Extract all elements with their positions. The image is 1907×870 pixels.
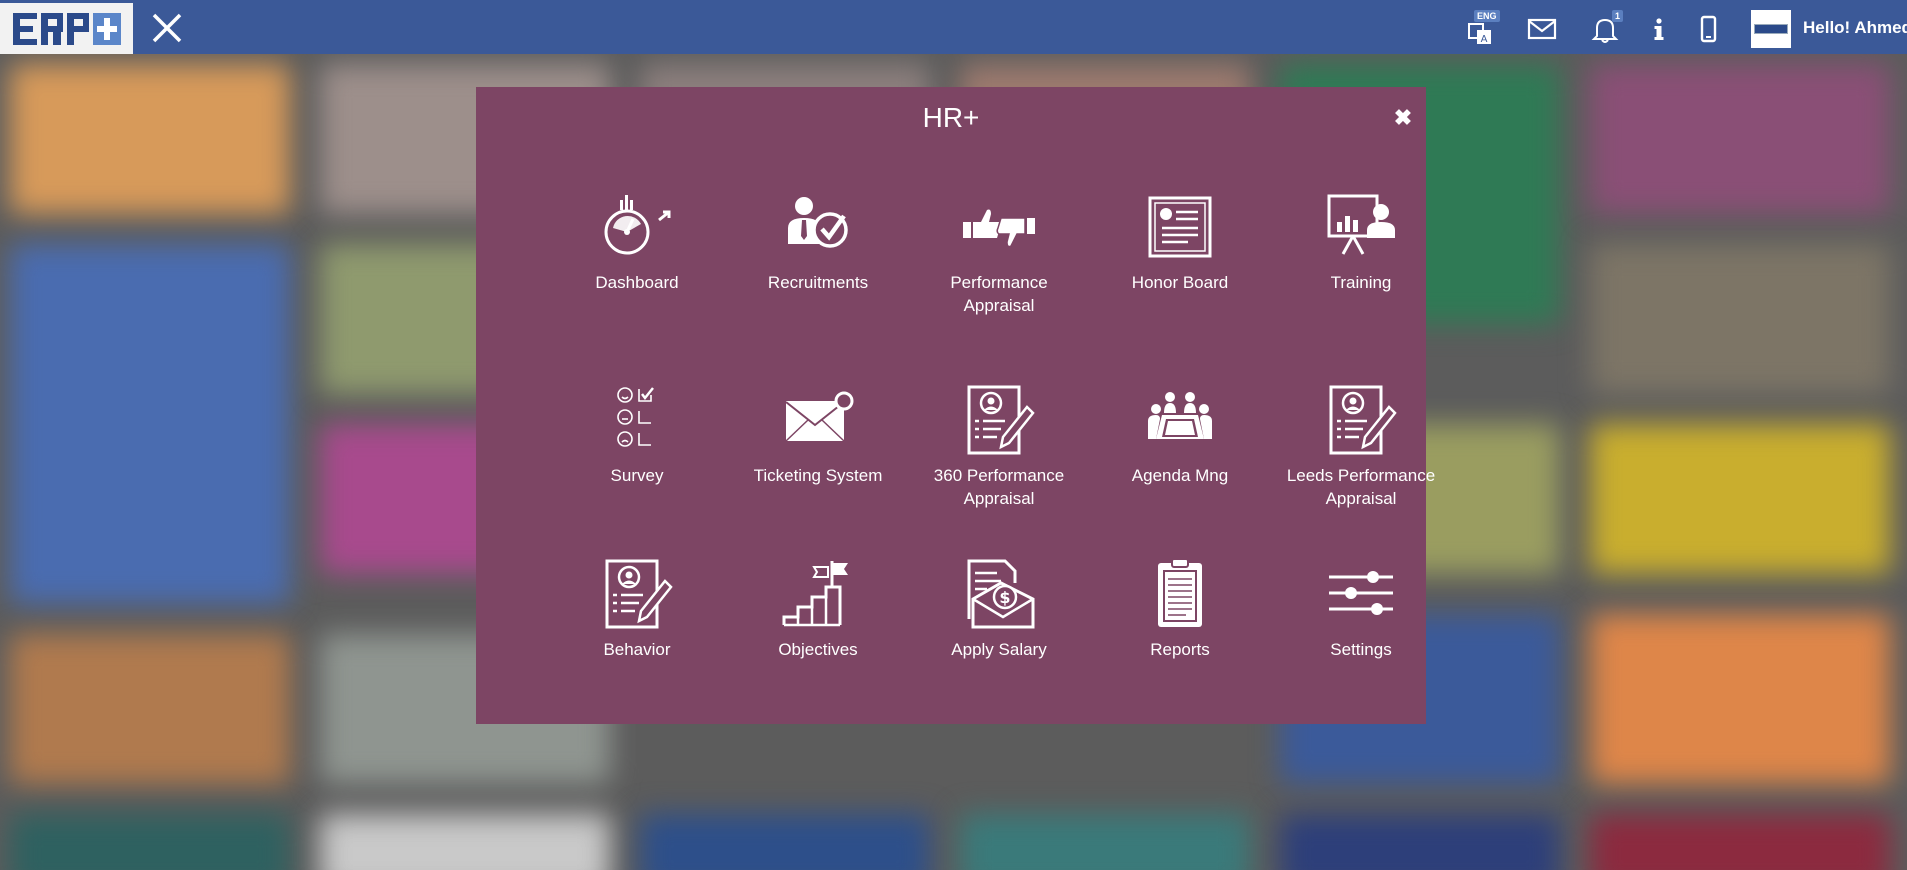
presentation-board-icon bbox=[1327, 194, 1395, 255]
profile-document-icon bbox=[605, 559, 673, 629]
app-label: 360 Performance Appraisal bbox=[933, 466, 1065, 508]
app-ticketing-system[interactable]: Ticketing System bbox=[733, 385, 903, 487]
erp-logo-mark bbox=[12, 12, 121, 45]
top-navigation-bar: A ENG 1 Hello! Ahmed bbox=[0, 0, 1907, 54]
erp-logo[interactable] bbox=[0, 3, 133, 54]
app-label: Recruitments bbox=[767, 273, 869, 292]
recruit-check-icon bbox=[788, 197, 848, 248]
survey-checklist-icon bbox=[617, 387, 654, 447]
close-menu-icon[interactable] bbox=[150, 11, 184, 45]
mobile-icon[interactable] bbox=[1693, 14, 1723, 44]
notification-badge: 1 bbox=[1612, 10, 1624, 22]
app-survey[interactable]: Survey bbox=[552, 385, 722, 487]
app-settings[interactable]: Settings bbox=[1276, 559, 1446, 661]
app-label: Survey bbox=[610, 466, 664, 485]
app-dashboard[interactable]: Dashboard bbox=[552, 192, 722, 294]
app-performance-appraisal[interactable]: Performance Appraisal bbox=[914, 192, 1084, 317]
meeting-table-icon bbox=[1148, 392, 1212, 439]
app-label: Behavior bbox=[603, 640, 671, 659]
info-icon[interactable] bbox=[1644, 14, 1674, 44]
hr-plus-modal: HR+ ✖ Dashboard Recruitments Performance… bbox=[476, 87, 1435, 724]
speedometer-icon bbox=[604, 195, 671, 255]
app-honor-board[interactable]: Honor Board bbox=[1095, 192, 1265, 294]
app-behavior[interactable]: Behavior bbox=[552, 559, 722, 661]
app-label: Agenda Mng bbox=[1131, 466, 1229, 485]
profile-document-icon bbox=[1329, 385, 1397, 455]
envelope-icon bbox=[785, 391, 854, 442]
language-badge: ENG bbox=[1474, 10, 1500, 22]
salary-envelope-icon: $ bbox=[967, 559, 1035, 629]
avatar[interactable] bbox=[1751, 10, 1791, 48]
sliders-icon bbox=[1329, 571, 1393, 615]
app-label: Objectives bbox=[778, 640, 858, 659]
clipboard-icon bbox=[1158, 559, 1202, 627]
app-label: Settings bbox=[1330, 640, 1392, 659]
user-greeting[interactable]: Hello! Ahmed bbox=[1803, 18, 1907, 38]
thumbs-icon bbox=[963, 209, 1035, 248]
app-label: Honor Board bbox=[1131, 273, 1229, 292]
app-label: Dashboard bbox=[595, 273, 679, 292]
app-label: Performance Appraisal bbox=[950, 273, 1048, 315]
app-agenda-mng[interactable]: Agenda Mng bbox=[1095, 385, 1265, 487]
app-objectives[interactable]: Objectives bbox=[733, 559, 903, 661]
app-reports[interactable]: Reports bbox=[1095, 559, 1265, 661]
svg-text:A: A bbox=[1481, 34, 1488, 45]
app-label: Apply Salary bbox=[951, 640, 1047, 659]
stairs-flag-icon bbox=[782, 561, 848, 627]
app-recruitments[interactable]: Recruitments bbox=[733, 192, 903, 294]
app-leeds-performance-appraisal[interactable]: Leeds Performance Appraisal bbox=[1276, 385, 1446, 510]
svg-text:$: $ bbox=[999, 588, 1010, 607]
profile-document-icon bbox=[967, 385, 1035, 455]
app-label: Ticketing System bbox=[753, 466, 883, 485]
certificate-icon bbox=[1148, 196, 1212, 258]
modal-close-icon[interactable]: ✖ bbox=[1392, 107, 1414, 129]
app-apply-salary[interactable]: $ Apply Salary bbox=[914, 559, 1084, 661]
app-label: Training bbox=[1330, 273, 1392, 292]
modal-title: HR+ bbox=[922, 102, 980, 133]
app-label: Reports bbox=[1150, 640, 1210, 659]
app-training[interactable]: Training bbox=[1276, 192, 1446, 294]
app-label: Leeds Performance Appraisal bbox=[1286, 466, 1436, 508]
app-360-performance-appraisal[interactable]: 360 Performance Appraisal bbox=[914, 385, 1084, 510]
mail-icon[interactable] bbox=[1527, 14, 1557, 44]
